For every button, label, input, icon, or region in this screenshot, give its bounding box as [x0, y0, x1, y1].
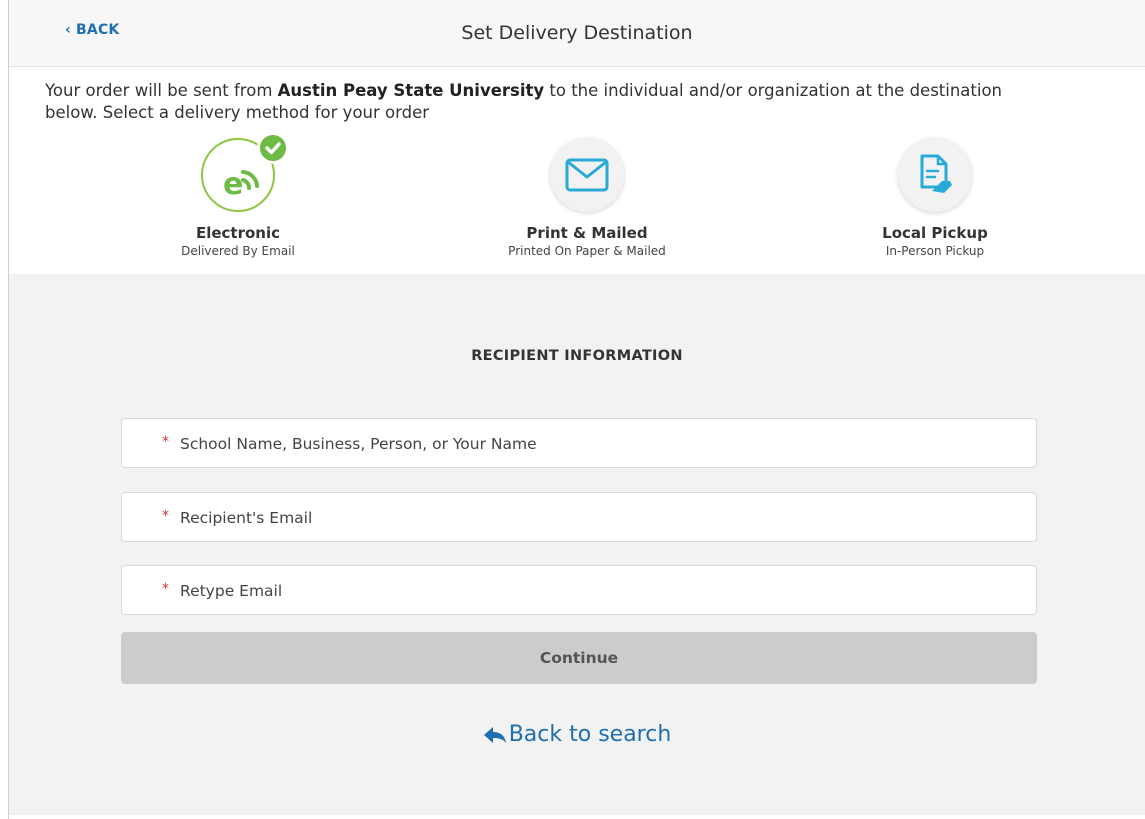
method-subtitle: In-Person Pickup — [885, 244, 985, 258]
delivery-destination-page: ‹ BACK Set Delivery Destination Your ord… — [8, 0, 1145, 819]
recipient-form: RECIPIENT INFORMATION * * * Continue Bac… — [9, 274, 1145, 815]
retype-email-field[interactable]: * — [121, 565, 1037, 616]
recipient-email-field[interactable]: * — [121, 492, 1037, 543]
continue-button[interactable]: Continue — [121, 632, 1037, 684]
intro-prefix: Your order will be sent from — [45, 81, 278, 100]
selected-check-icon — [257, 132, 289, 164]
required-marker: * — [162, 508, 169, 524]
recipient-email-input[interactable] — [178, 493, 1022, 543]
method-electronic-circle[interactable]: e — [201, 132, 289, 212]
method-title: Print & Mailed — [526, 224, 648, 242]
page-title: Set Delivery Destination — [461, 22, 693, 44]
method-title: Electronic — [195, 224, 281, 242]
section-title: RECIPIENT INFORMATION — [471, 348, 683, 364]
required-marker: * — [162, 581, 169, 597]
method-subtitle: Delivered By Email — [181, 244, 295, 258]
delivery-method-selector: e Electronic Delivered By Email Print & … — [9, 132, 1145, 278]
institution-name: Austin Peay State University — [277, 81, 545, 100]
intro-text: Your order will be sent from Austin Peay… — [45, 80, 1045, 124]
method-print-mailed[interactable]: Print & Mailed Printed On Paper & Mailed — [477, 138, 697, 258]
required-marker: * — [162, 434, 169, 450]
method-title: Local Pickup — [882, 224, 988, 242]
retype-email-input[interactable] — [178, 566, 1022, 616]
header-bar: ‹ BACK Set Delivery Destination — [9, 0, 1145, 67]
method-pickup-circle[interactable] — [898, 138, 972, 212]
reply-arrow-icon — [483, 727, 506, 743]
method-subtitle: Printed On Paper & Mailed — [508, 244, 666, 258]
document-hand-icon — [920, 154, 952, 193]
method-local-pickup[interactable]: Local Pickup In-Person Pickup — [825, 138, 1045, 258]
method-electronic[interactable]: e Electronic Delivered By Email — [128, 132, 348, 258]
svg-text:e: e — [223, 167, 243, 202]
back-to-search-link[interactable]: Back to search — [9, 722, 1145, 747]
method-print-circle[interactable] — [550, 138, 624, 212]
recipient-name-input[interactable] — [178, 419, 1022, 469]
envelope-icon — [565, 158, 609, 192]
back-to-search-label[interactable]: Back to search — [509, 722, 672, 747]
electronic-delivery-icon: e — [223, 167, 259, 202]
recipient-name-field[interactable]: * — [121, 418, 1037, 469]
